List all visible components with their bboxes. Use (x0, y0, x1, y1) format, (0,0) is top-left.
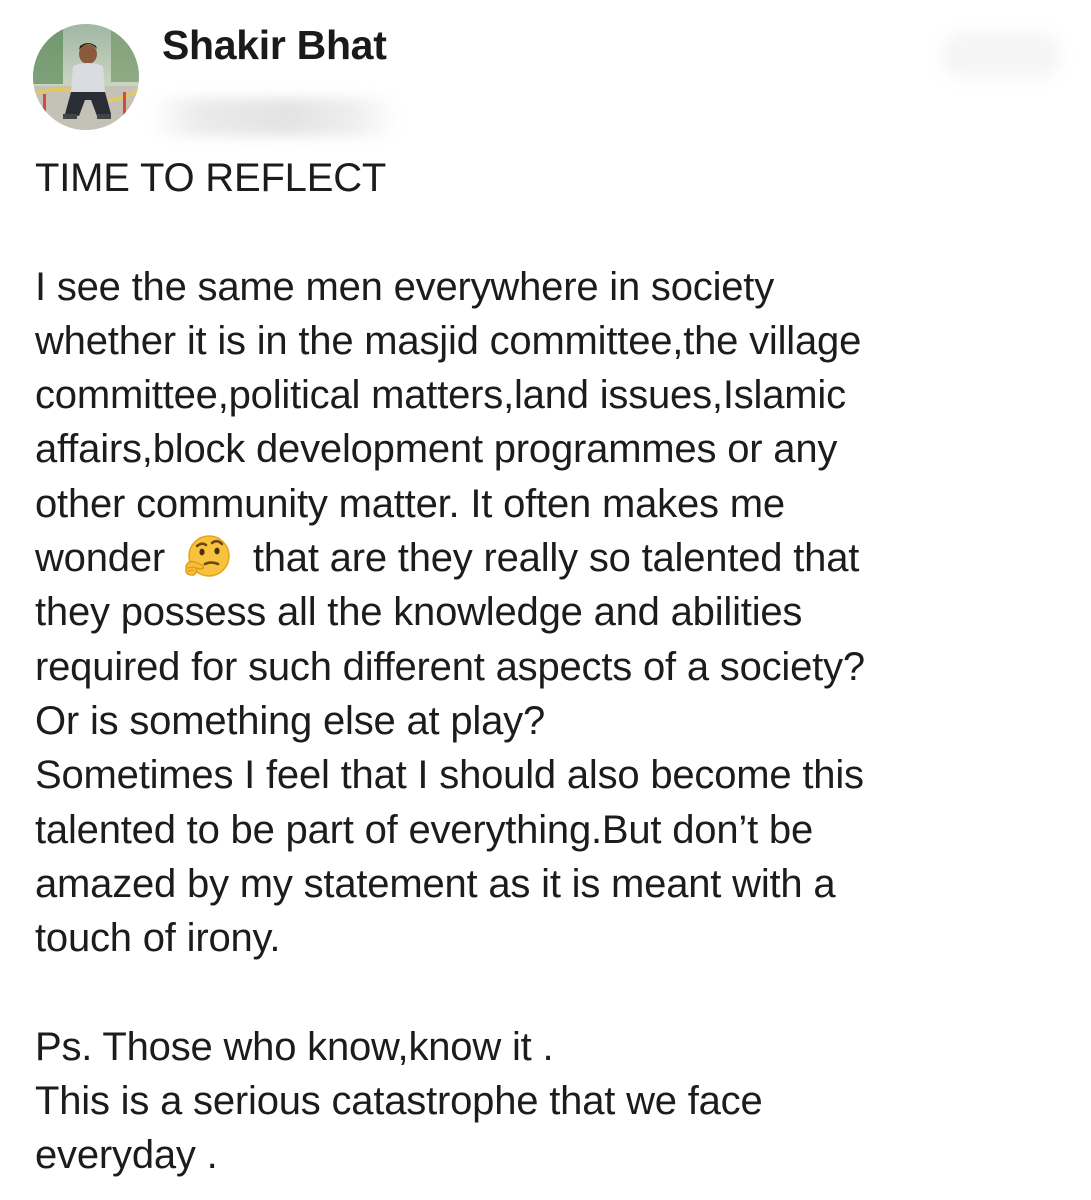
profile-photo-icon (33, 24, 139, 130)
blurred-menu (941, 32, 1061, 78)
post-text-line: whether it is in the masjid committee,th… (35, 318, 862, 363)
post-text-segment: that are they really so talented that (252, 536, 860, 581)
post-header: Shakir Bhat (0, 0, 1091, 140)
post-ps-line: Ps. Those who know,know it . (35, 1024, 554, 1069)
post-ps-line: everyday . (35, 1133, 218, 1178)
post-text-segment: wonder (35, 536, 165, 581)
thinking-face-emoji-icon (178, 534, 236, 580)
post-text-line: touch of irony. (35, 916, 281, 961)
blurred-post-meta (150, 98, 400, 136)
post-title: TIME TO REFLECT (35, 156, 387, 200)
avatar[interactable] (33, 24, 139, 130)
post-text-line: they possess all the knowledge and abili… (35, 590, 803, 635)
author-name[interactable]: Shakir Bhat (162, 22, 387, 69)
post-text-line: other community matter. It often makes m… (35, 481, 785, 526)
post-text-line: amazed by my statement as it is meant wi… (35, 861, 836, 906)
post-text-line: committee,political matters,land issues,… (35, 373, 846, 418)
post-body: TIME TO REFLECT I see the same men every… (35, 151, 1065, 1183)
post-text-line: talented to be part of everything.But do… (35, 807, 814, 852)
post-text-line: Or is something else at play? (35, 698, 546, 743)
post-text-line: affairs,block development programmes or … (35, 427, 838, 472)
post-text-line: required for such different aspects of a… (35, 644, 865, 689)
post-ps-line: This is a serious catastrophe that we fa… (35, 1079, 763, 1124)
post-text-line-with-emoji: wonder that are they really so talented … (35, 531, 1065, 585)
post-text-line: I see the same men everywhere in society (35, 264, 775, 309)
post-text-line: Sometimes I feel that I should also beco… (35, 753, 864, 798)
